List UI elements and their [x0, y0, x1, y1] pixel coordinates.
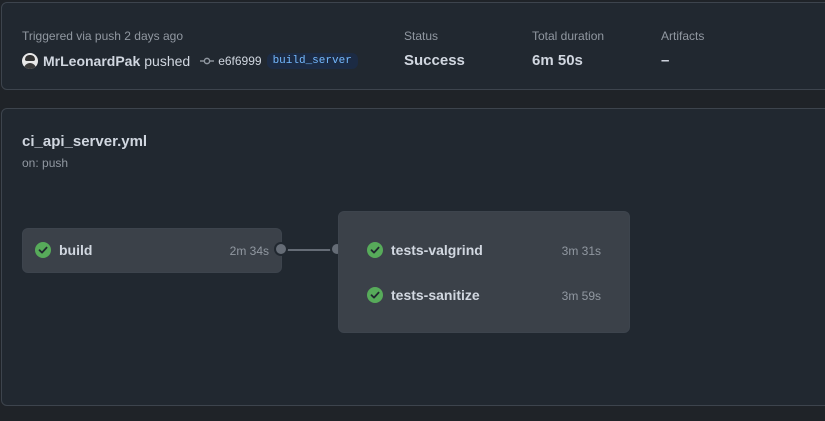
- duration-label: Total duration: [532, 29, 605, 43]
- check-circle-icon: [367, 242, 383, 258]
- artifacts-value: –: [661, 52, 670, 69]
- job-duration: 2m 34s: [229, 244, 269, 258]
- job-name: tests-sanitize: [391, 287, 480, 303]
- workflow-trigger: on: push: [22, 156, 69, 170]
- user-avatar[interactable]: [22, 53, 38, 69]
- workflow-file-name[interactable]: ci_api_server.yml: [22, 133, 147, 150]
- check-circle-icon: [367, 287, 383, 303]
- artifacts-label: Artifacts: [661, 29, 705, 43]
- check-circle-icon: [35, 242, 51, 258]
- build-output-dot: [274, 242, 288, 256]
- git-commit-icon: [200, 54, 215, 68]
- username-link[interactable]: MrLeonardPak: [43, 53, 140, 69]
- job-name: build: [59, 242, 93, 258]
- duration-value: 6m 50s: [532, 52, 583, 69]
- pusher-row: MrLeonardPak pushed e6f6999 build_server: [22, 53, 358, 69]
- job-build[interactable]: build 2m 34s: [22, 228, 282, 273]
- trigger-label: Triggered via push 2 days ago: [22, 29, 183, 43]
- push-action-text: pushed: [144, 53, 191, 69]
- status-value: Success: [404, 52, 465, 69]
- job-group-tests: tests-valgrind 3m 31s tests-sanitize 3m …: [338, 211, 630, 333]
- commit-sha-link[interactable]: e6f6999: [218, 54, 261, 68]
- status-stat: Status Success: [404, 29, 465, 69]
- branch-badge[interactable]: build_server: [266, 53, 358, 69]
- job-tests-sanitize[interactable]: tests-sanitize: [367, 287, 480, 303]
- artifacts-stat: Artifacts –: [661, 29, 704, 69]
- job-duration: 3m 31s: [561, 244, 601, 258]
- job-row-build: build: [35, 242, 92, 258]
- job-name: tests-valgrind: [391, 242, 483, 258]
- workflow-graph-card: ci_api_server.yml on: push build 2m 34s: [1, 108, 825, 406]
- job-duration: 3m 59s: [561, 289, 601, 303]
- status-label: Status: [404, 29, 439, 43]
- duration-stat: Total duration 6m 50s: [532, 29, 604, 69]
- job-tests-valgrind[interactable]: tests-valgrind: [367, 242, 483, 258]
- run-summary-card: Triggered via push 2 days ago MrLeonardP…: [1, 2, 825, 90]
